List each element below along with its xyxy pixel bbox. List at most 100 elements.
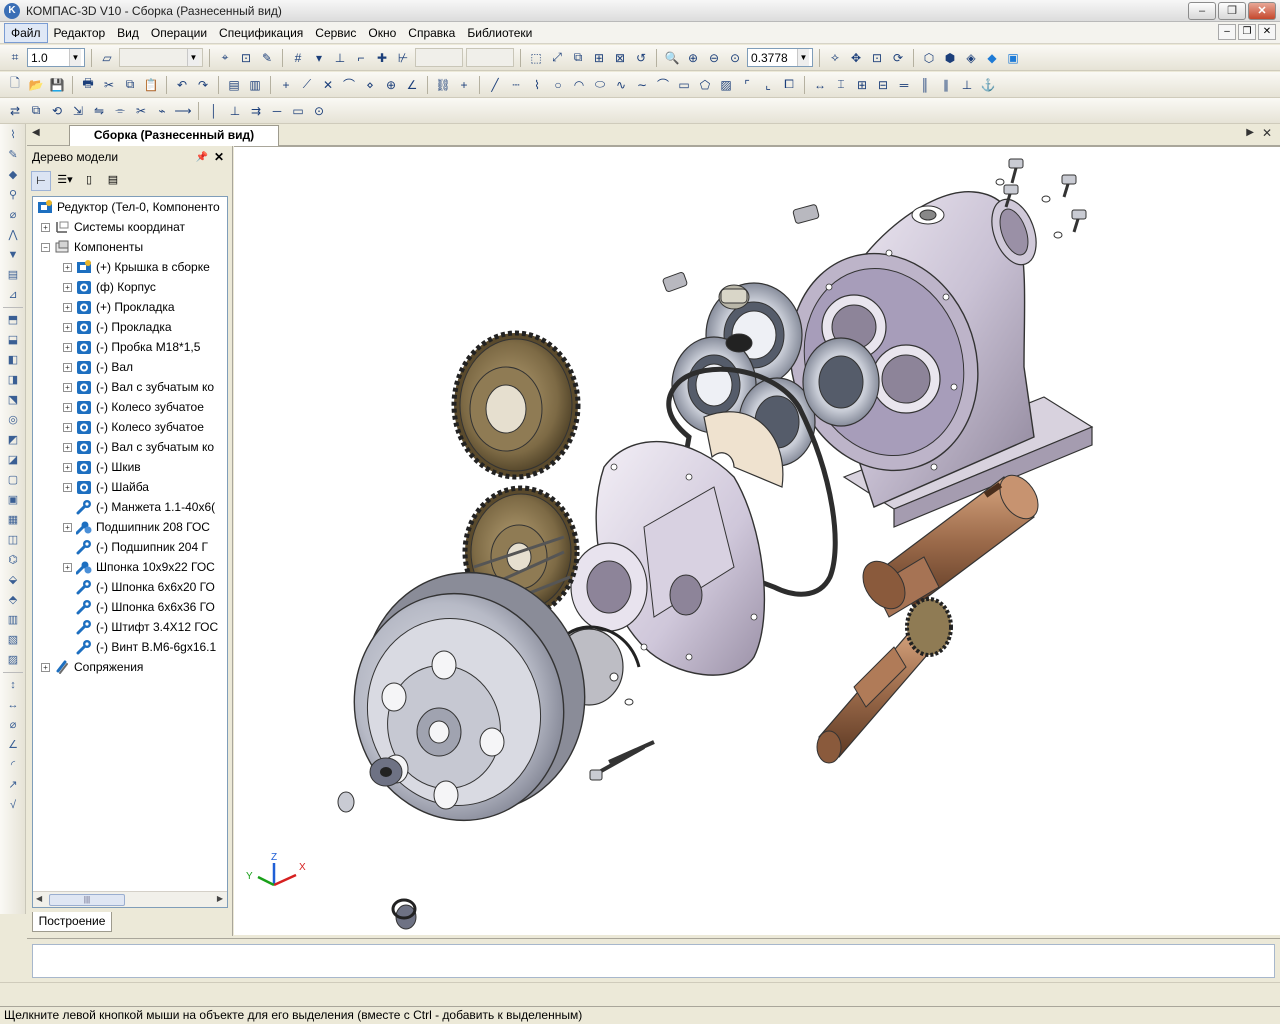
snap-icon[interactable]: ⌖: [216, 49, 234, 67]
loft-icon[interactable]: ◨: [3, 371, 23, 389]
redraw-icon[interactable]: ↺: [632, 49, 650, 67]
tree-component-item[interactable]: (-) Винт В.М6-6gx16.1: [33, 637, 227, 657]
tree-component-item[interactable]: + (-) Пробка М18*1,5: [33, 337, 227, 357]
fix-icon[interactable]: ⚓: [979, 76, 997, 94]
step-combo[interactable]: 1.0 ▼: [27, 48, 85, 67]
open-icon[interactable]: 📂: [27, 76, 45, 94]
dropdown-icon[interactable]: ▾: [310, 49, 328, 67]
tree-component-item[interactable]: + Подшипник 208 ГОС: [33, 517, 227, 537]
zoom-window-icon[interactable]: ⬚: [527, 49, 545, 67]
aux-line-icon[interactable]: ⟋: [298, 76, 316, 94]
menu-operations[interactable]: Операции: [145, 24, 213, 42]
point2-icon[interactable]: +: [455, 76, 473, 94]
properties-field[interactable]: [32, 944, 1275, 978]
tree-component-item[interactable]: + (-) Шайба: [33, 477, 227, 497]
midpoint-icon[interactable]: ⋄: [361, 76, 379, 94]
zoom-fit-icon[interactable]: ⤢: [548, 49, 566, 67]
tree-component-item[interactable]: (-) Штифт 3.4Х12 ГОС: [33, 617, 227, 637]
model-viewport[interactable]: Z X Y: [234, 146, 1280, 935]
zoom-box-icon[interactable]: ⊡: [868, 49, 886, 67]
pulley-part[interactable]: [329, 548, 611, 844]
menu-help[interactable]: Справка: [402, 24, 461, 42]
tree-component-item[interactable]: (-) Шпонка 6х6х36 ГО: [33, 597, 227, 617]
parallel-icon[interactable]: ∥: [937, 76, 955, 94]
vertical-icon[interactable]: ║: [916, 76, 934, 94]
link-icon[interactable]: ⛓: [434, 76, 452, 94]
key-part[interactable]: [792, 204, 820, 224]
edit-points-icon[interactable]: ⌶: [832, 76, 850, 94]
minimize-button[interactable]: ‒: [1188, 2, 1216, 20]
undo-icon[interactable]: ↶: [173, 76, 191, 94]
doc-minimize-button[interactable]: ‒: [1218, 24, 1236, 40]
hole-icon[interactable]: ◎: [3, 411, 23, 429]
deform-icon[interactable]: ⌯: [111, 102, 129, 120]
tree-settings-icon[interactable]: ▤: [103, 171, 123, 191]
offset-icon[interactable]: ⇉: [247, 102, 265, 120]
pan-icon[interactable]: ✥: [847, 49, 865, 67]
split-icon[interactable]: ⬘: [3, 591, 23, 609]
angle-icon[interactable]: ∠: [403, 76, 421, 94]
roughness-icon[interactable]: √: [3, 796, 23, 814]
tree-toggle-icon[interactable]: ▤: [225, 76, 243, 94]
rotate-objects-icon[interactable]: ⟲: [48, 102, 66, 120]
tree-coordinate-systems[interactable]: + Системы координат: [33, 217, 227, 237]
measure-icon[interactable]: ⊠: [611, 49, 629, 67]
contour-icon[interactable]: ⧠: [780, 76, 798, 94]
expand-icon[interactable]: +: [41, 662, 50, 672]
pin-icon[interactable]: 📌: [196, 152, 208, 163]
doc-restore-button[interactable]: ❐: [1238, 24, 1256, 40]
tab-close-icon[interactable]: ✕: [1262, 126, 1272, 140]
dashed-line-icon[interactable]: ┄: [507, 76, 525, 94]
grid-snap-icon[interactable]: ⊡: [237, 49, 255, 67]
scroll-right-icon[interactable]: ▶: [217, 894, 223, 903]
dimension-icon[interactable]: ↔: [811, 76, 829, 94]
tree-component-item[interactable]: (-) Подшипник 204 Г: [33, 537, 227, 557]
tree-component-item[interactable]: + (-) Шкив: [33, 457, 227, 477]
expand-icon[interactable]: +: [63, 342, 72, 352]
tree-mates[interactable]: + Сопряжения: [33, 657, 227, 677]
shaded-edges-icon[interactable]: ◆: [983, 49, 1001, 67]
fillet3d-icon[interactable]: ◪: [3, 451, 23, 469]
circle-icon[interactable]: ○: [549, 76, 567, 94]
expand-icon[interactable]: +: [63, 462, 72, 472]
zoom-scale-icon[interactable]: ⊙: [726, 49, 744, 67]
sketch-icon[interactable]: ▥: [3, 611, 23, 629]
tree-component-item[interactable]: + (ф) Корпус: [33, 277, 227, 297]
menu-service[interactable]: Сервис: [309, 24, 362, 42]
tree-view-mode-icon[interactable]: ☰▾: [55, 171, 75, 191]
cut-icon[interactable]: ✂: [100, 76, 118, 94]
horizontal-icon[interactable]: ═: [895, 76, 913, 94]
expand-icon[interactable]: +: [63, 442, 72, 452]
mirror-icon[interactable]: ⇋: [90, 102, 108, 120]
paste-icon[interactable]: 📋: [142, 76, 160, 94]
array-icon[interactable]: ▦: [3, 511, 23, 529]
tree-component-item[interactable]: + Шпонка 10х9х22 ГОС: [33, 557, 227, 577]
tree-component-item[interactable]: + (+) Крышка в сборке: [33, 257, 227, 277]
expand-icon[interactable]: +: [41, 222, 50, 232]
rect-icon[interactable]: ▭: [289, 102, 307, 120]
tree-component-item[interactable]: + (-) Колесо зубчатое: [33, 417, 227, 437]
polygon-icon[interactable]: ⬠: [696, 76, 714, 94]
arc-icon[interactable]: ◠: [570, 76, 588, 94]
coord-icon[interactable]: ⊥: [331, 49, 349, 67]
tree-component-item[interactable]: + (-) Вал с зубчатым ко: [33, 437, 227, 457]
zoom-out-icon[interactable]: ⊖: [705, 49, 723, 67]
curve-icon[interactable]: ⌒: [654, 76, 672, 94]
shaded-icon[interactable]: ◈: [962, 49, 980, 67]
mate-icon[interactable]: ⚲: [3, 186, 23, 204]
collapse-icon[interactable]: −: [41, 242, 50, 252]
expand-icon[interactable]: +: [63, 382, 72, 392]
dim-diameter-icon[interactable]: ⌀: [3, 716, 23, 734]
copy-objects-icon[interactable]: ⧉: [27, 102, 45, 120]
dim-angle-icon[interactable]: ∠: [3, 736, 23, 754]
tangent-icon[interactable]: ⌒: [340, 76, 358, 94]
rib-icon[interactable]: ▣: [3, 491, 23, 509]
tab-assembly[interactable]: Сборка (Разнесенный вид): [69, 125, 279, 146]
menu-window[interactable]: Окно: [362, 24, 402, 42]
expand-icon[interactable]: +: [63, 322, 72, 332]
extrude-icon[interactable]: ⬒: [3, 311, 23, 329]
expand-icon[interactable]: +: [63, 262, 72, 272]
scroll-thumb[interactable]: |||: [49, 894, 125, 906]
sweep-icon[interactable]: ⬔: [3, 391, 23, 409]
coord-y-field[interactable]: [466, 48, 514, 67]
